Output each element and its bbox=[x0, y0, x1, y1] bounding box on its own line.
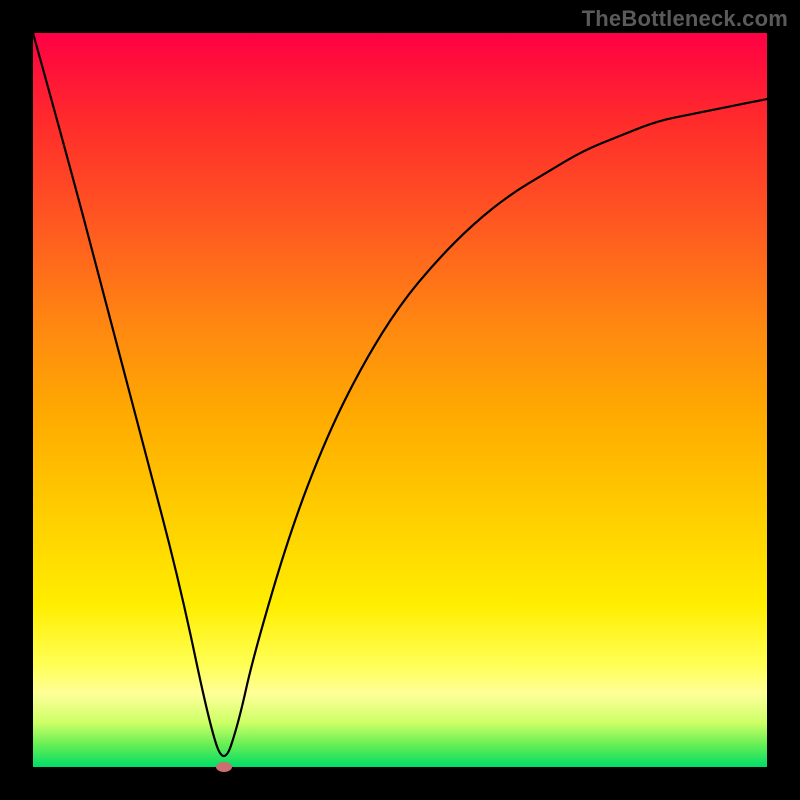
curve-svg bbox=[33, 33, 767, 767]
plot-area bbox=[33, 33, 767, 767]
minimum-marker bbox=[216, 762, 232, 772]
chart-frame: TheBottleneck.com bbox=[0, 0, 800, 800]
bottleneck-curve bbox=[33, 33, 767, 756]
watermark-text: TheBottleneck.com bbox=[582, 6, 788, 32]
